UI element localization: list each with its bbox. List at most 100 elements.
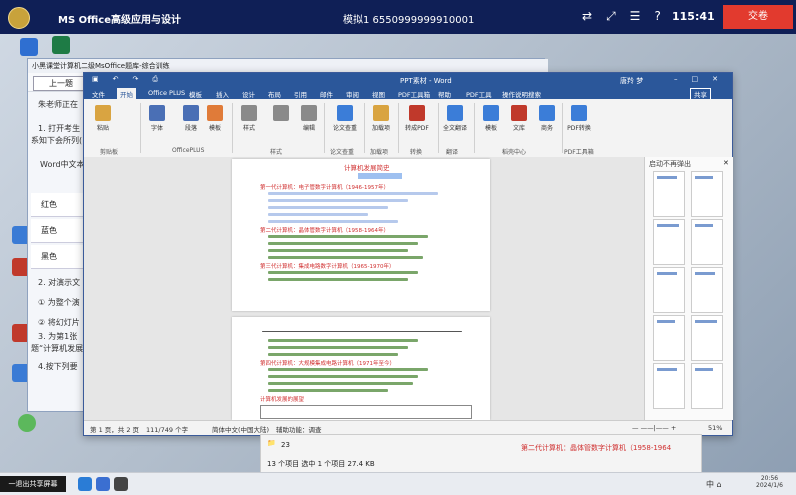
plagiarism-check-button[interactable]: 论文查重 [330,105,360,132]
desktop-wechat-icon[interactable] [18,414,36,432]
document-page-2[interactable]: 第四代计算机：大规模集成电路计算机（1971年至今） 计算机发展的展望 [232,317,490,420]
template-thumb[interactable] [653,267,685,313]
business-icon [539,105,555,121]
template-thumb[interactable] [691,219,723,265]
autosave-icon[interactable]: ▣ [92,75,99,83]
convert-pdf-button[interactable]: 转成PDF [402,105,432,132]
ribbon-tabs: 文件 开始 Office PLUS 模板 插入 设计 布局 引用 邮件 审阅 视… [84,87,732,100]
expand-icon[interactable]: ⤢ [606,9,616,23]
styles-button[interactable]: 样式 [234,105,264,132]
question-line: ① 为整个演 [38,298,80,307]
prev-question-button[interactable]: 上一题 [33,76,89,91]
group-officeplus: OfficePLUS [172,147,205,154]
template-thumb[interactable] [653,171,685,217]
taskbar-clock[interactable]: 20:56 2024/1/6 [756,475,783,489]
tab-design[interactable]: 设计 [242,89,255,99]
print-icon[interactable]: ⎙ [152,75,158,83]
close-pane-icon[interactable]: ✕ [723,159,729,167]
styles-gallery-button[interactable] [266,105,296,123]
submit-exam-button[interactable]: 交卷 [723,5,793,29]
pin-icon[interactable]: ⇄ [582,9,592,23]
accessibility-status[interactable]: 辅助功能：调查 [276,424,322,434]
template-thumb[interactable] [691,315,723,361]
pdf-convert-button[interactable]: PDF转换 [564,105,594,132]
zoom-slider[interactable]: — ——|—— + [632,424,676,432]
tab-help[interactable]: 帮助 [438,89,451,99]
group-pdf-toolbox: PDF工具箱 [564,149,594,156]
selection-highlight [358,173,402,179]
template-thumb[interactable] [653,219,685,265]
menu-icon[interactable]: ☰ [630,9,641,23]
tab-pdf-tools[interactable]: PDF工具 [466,89,492,99]
document-title: PPT素材 - Word [400,77,452,85]
section-heading: 第二代计算机：晶体管数字计算机（1958-1964年） [260,228,389,234]
tab-search[interactable]: 操作说明搜索 [502,89,541,99]
document-area[interactable]: 计算机发展简史 第一代计算机：电子管数字计算机（1946-1957年） 第二代计… [84,157,644,420]
file-explorer: 📁 23 13 个项目 选中 1 个项目 27.4 KB 第二代计算机：晶体管数… [260,434,702,474]
template-thumb[interactable] [691,171,723,217]
tab-insert[interactable]: 插入 [216,89,229,99]
redo-icon[interactable]: ↷ [133,75,139,83]
tab-mailings[interactable]: 邮件 [320,89,333,99]
template-thumb[interactable] [653,315,685,361]
status-bar: 第 1 页，共 2 页 111/749 个字 简体中文(中国大陆) 辅助功能：调… [84,420,732,435]
ribbon: 粘贴 字体 段落 模板 样式 编辑 论文查重 加载项 转成PDF 全文翻译 模板… [84,99,732,158]
styles-icon [241,105,257,121]
items-summary: 13 个项目 选中 1 个项目 27.4 KB [267,460,375,468]
exam-timer: 115:41 [672,10,715,23]
language-indicator[interactable]: 简体中文(中国大陆) [212,424,269,434]
section-heading: 第一代计算机：电子管数字计算机（1946-1957年） [260,185,389,191]
template-thumb[interactable] [691,363,723,409]
tab-templates[interactable]: 模板 [189,89,202,99]
template-button[interactable]: 模板 [200,105,230,132]
app-icon[interactable] [114,477,128,491]
taskbar: 一退出共享屏幕 中 ⌂ 20:56 2024/1/6 [0,472,796,495]
stop-sharing-button[interactable]: 一退出共享屏幕 [0,476,66,492]
template-icon [207,105,223,121]
docer-template-button[interactable]: 模板 [476,105,506,132]
zoom-level[interactable]: 51% [708,424,722,432]
editing-icon [301,105,317,121]
window-controls[interactable]: –□✕ [674,75,732,83]
document-table [260,405,472,419]
tab-officeplus[interactable]: Office PLUS [148,89,185,97]
editing-button[interactable]: 编辑 [294,105,324,132]
tab-view[interactable]: 视图 [372,89,385,99]
tab-references[interactable]: 引用 [294,89,307,99]
user-name[interactable]: 唐羚 梦 [620,76,643,86]
question-line: 1. 打开考生 [38,124,81,133]
tab-layout[interactable]: 布局 [268,89,281,99]
exam-title: MS Office高级应用与设计 [58,15,181,26]
paste-button[interactable]: 粘贴 [88,105,118,132]
group-docer: 稻壳中心 [502,149,527,156]
group-translate: 翻译 [446,149,459,156]
template-thumb[interactable] [691,267,723,313]
document-page-1[interactable]: 计算机发展简史 第一代计算机：电子管数字计算机（1946-1957年） 第二代计… [232,159,490,311]
business-button[interactable]: 商务 [532,105,562,132]
help-icon[interactable]: ? [654,9,660,23]
desktop-computer-icon[interactable] [20,38,38,56]
school-logo-icon [8,7,30,29]
tab-file[interactable]: 文件 [92,89,105,99]
translate-button[interactable]: 全文翻译 [440,105,470,132]
library-button[interactable]: 文库 [504,105,534,132]
word-count[interactable]: 111/749 个字 [146,424,188,434]
edge-icon[interactable] [96,477,110,491]
tab-pdf-toolbox[interactable]: PDF工具箱 [398,89,430,99]
start-icon[interactable] [78,477,92,491]
folder-icon: 📁 [267,439,276,447]
font-button[interactable]: 字体 [142,105,172,132]
font-icon [149,105,165,121]
question-line: 题“计算机发展 [31,344,84,353]
template-thumb[interactable] [653,363,685,409]
tab-review[interactable]: 审阅 [346,89,359,99]
addins-button[interactable]: 加载项 [366,105,396,132]
undo-icon[interactable]: ↶ [113,75,119,83]
folder-count: 23 [281,441,290,449]
page-count[interactable]: 第 1 页，共 2 页 [90,424,139,434]
system-tray[interactable]: 中 ⌂ [706,479,722,490]
group-styles: 样式 [270,149,283,156]
translate-icon [447,105,463,121]
desktop-excel-icon[interactable] [52,36,70,54]
paste-icon [95,105,111,121]
